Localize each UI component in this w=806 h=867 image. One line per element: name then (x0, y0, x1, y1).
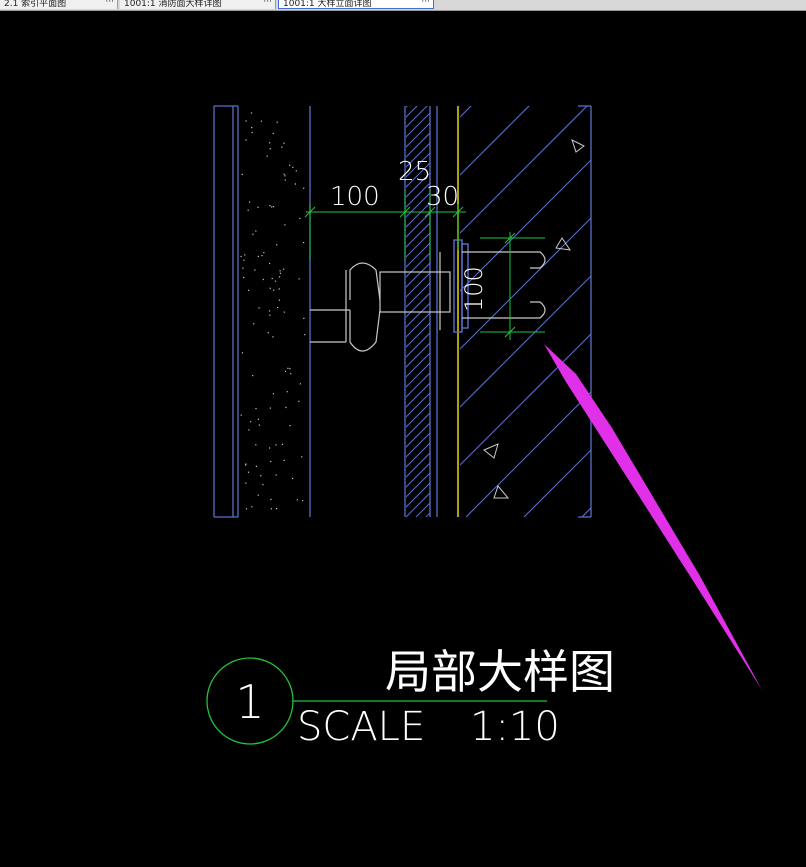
cad-drawing-canvas[interactable]: 100 25 30 100 1 局部大样图 SCALE 1:10 (0, 0, 806, 867)
insulation-speckle-fill (240, 112, 306, 510)
u-anchor-upper (462, 251, 546, 269)
detail-title: 局部大样图 (385, 645, 615, 699)
hinge-lower (349, 309, 381, 352)
scale-label: SCALE (297, 704, 425, 750)
dimension-label-30: 30 (426, 182, 459, 212)
dimension-label-100-vertical: 100 (460, 266, 488, 312)
concrete-hatch (460, 106, 591, 517)
dimension-label-100: 100 (330, 182, 380, 212)
steel-connector (310, 252, 451, 352)
hinge-upper (349, 262, 381, 301)
annotation-arrow (544, 344, 762, 690)
detail-title-block: 1 局部大样图 SCALE 1:10 (206, 645, 615, 750)
scale-value: 1:10 (470, 704, 560, 750)
detail-number: 1 (235, 675, 264, 729)
